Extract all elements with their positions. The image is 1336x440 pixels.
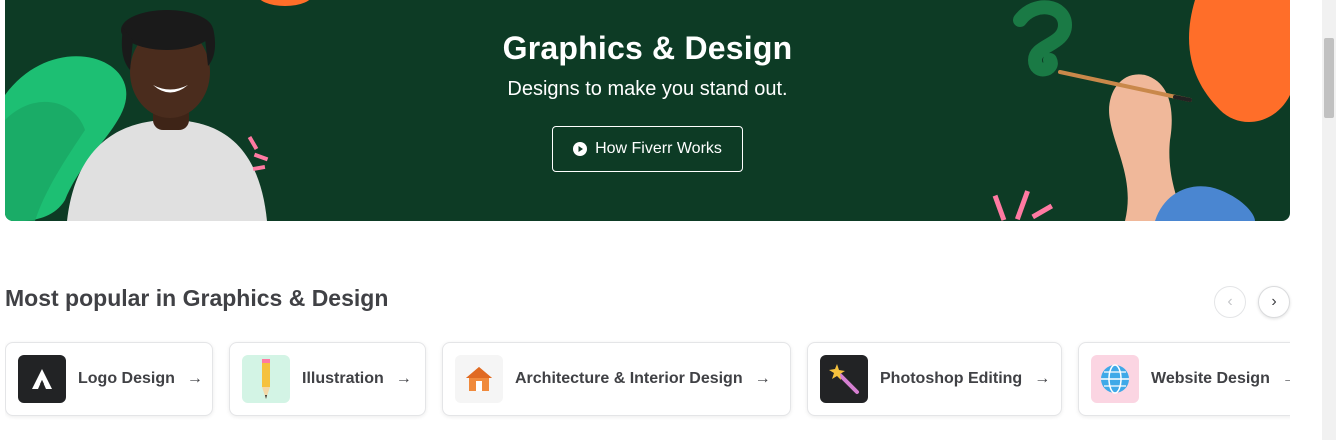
arrow-right-icon: →: [395, 370, 412, 387]
globe-icon: [1091, 355, 1139, 403]
page-scrollbar[interactable]: [1322, 0, 1336, 440]
card-label: Photoshop Editing: [880, 370, 1023, 387]
card-label: Architecture & Interior Design: [515, 370, 743, 387]
chevron-right-icon: ›: [1271, 293, 1277, 310]
arrow-right-icon: →: [186, 370, 203, 387]
how-fiverr-works-button[interactable]: How Fiverr Works: [552, 126, 743, 172]
hero-title: Graphics & Design: [502, 30, 793, 66]
card-label: Logo Design: [78, 370, 175, 387]
card-label: Illustration: [302, 370, 384, 387]
chevron-left-icon: ‹: [1227, 293, 1233, 310]
carousel-next-button[interactable]: ›: [1258, 286, 1290, 318]
pencil-icon: [242, 355, 290, 403]
hero-subtitle: Designs to make you stand out.: [507, 78, 788, 100]
category-card-photoshop-editing[interactable]: Photoshop Editing →: [807, 342, 1062, 416]
scrollbar-thumb[interactable]: [1324, 38, 1334, 118]
play-icon: [573, 142, 588, 156]
category-card-website-design[interactable]: Website Design →: [1078, 342, 1290, 416]
carousel-prev-button[interactable]: ‹: [1214, 286, 1246, 318]
hero-banner: Graphics & Design Designs to make you st…: [5, 0, 1290, 221]
arrow-right-icon: →: [1281, 370, 1290, 387]
section-title: Most popular in Graphics & Design: [5, 285, 389, 311]
how-fiverr-works-label: How Fiverr Works: [595, 140, 722, 157]
category-card-logo-design[interactable]: Logo Design →: [5, 342, 213, 416]
category-card-illustration[interactable]: Illustration →: [229, 342, 426, 416]
magic-wand-icon: [820, 355, 868, 403]
popular-carousel: Logo Design → Illustration → Architectur…: [5, 340, 1290, 420]
arrow-right-icon: →: [1034, 370, 1051, 387]
category-card-architecture[interactable]: Architecture & Interior Design →: [442, 342, 791, 416]
card-label: Website Design: [1151, 370, 1270, 387]
arrow-right-icon: →: [754, 370, 771, 387]
logo-design-icon: [18, 355, 66, 403]
house-icon: [455, 355, 503, 403]
